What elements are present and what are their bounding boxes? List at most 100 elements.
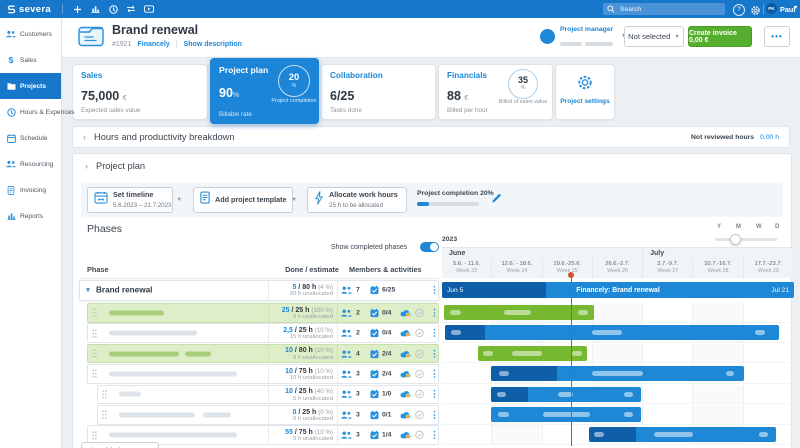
tab-project-plan[interactable]: Project plan 90% Billable rate 20% Proje… — [210, 58, 319, 124]
chart-icon[interactable] — [86, 0, 104, 18]
gantt-week-header: 5.6. - 11.6. Week 23 12.6. - 18.6. Week 24 1… — [442, 258, 794, 278]
allocation-lock-icon[interactable] — [400, 390, 411, 398]
allocation-lock-icon[interactable] — [400, 309, 411, 317]
complete-check-icon[interactable] — [415, 328, 424, 338]
activities-icon — [370, 285, 379, 295]
video-icon[interactable] — [140, 0, 158, 18]
customer-link[interactable]: Financely — [137, 41, 169, 48]
drag-handle-icon[interactable] — [88, 365, 101, 383]
phase-row[interactable]: 10 / 80 h (10 %) 0 h unallocated 4 2/4 ⋮ — [87, 343, 439, 364]
settings-gear-icon[interactable] — [750, 3, 761, 21]
transfer-icon[interactable] — [122, 0, 140, 18]
show-description-link[interactable]: Show description — [184, 41, 242, 48]
row-menu-icon[interactable]: ⋮ — [430, 328, 439, 339]
sidebar-item-schedule[interactable]: Schedule — [0, 125, 61, 151]
drag-handle-icon[interactable] — [98, 406, 111, 424]
phase-row[interactable]: 25 / 25 h (100 %) 0 h unallocated 2 0/4 … — [87, 303, 439, 323]
allocation-lock-icon[interactable] — [400, 370, 411, 378]
project-manager-selector[interactable]: Project manager ▼ — [540, 26, 626, 51]
sidebar: Customers $ Sales Projects Hours & Expen… — [0, 18, 75, 448]
gantt-bar[interactable] — [588, 427, 776, 443]
hours-breakdown-section[interactable]: › Hours and productivity breakdown Not r… — [72, 126, 790, 148]
zoom-slider-track[interactable] — [715, 238, 777, 241]
not-reviewed-value[interactable]: 0,00 h — [760, 134, 779, 141]
phase-row-root[interactable]: ▼ Brand renewal 5 / 80 h (4 %) 20 h unal… — [79, 280, 439, 301]
completion-circle: 20% — [278, 65, 310, 97]
add-icon[interactable] — [68, 0, 86, 18]
drag-handle-icon[interactable] — [88, 304, 101, 322]
tab-collaboration[interactable]: Collaboration 6/25 Tasks done — [321, 64, 436, 120]
help-icon[interactable]: ? — [733, 3, 745, 16]
complete-check-icon[interactable] — [415, 430, 424, 440]
members-icon — [341, 350, 352, 358]
add-phase-button[interactable]: +Add phase — [81, 442, 159, 448]
complete-check-icon[interactable] — [415, 349, 424, 358]
complete-check-icon[interactable] — [415, 369, 424, 379]
allocation-lock-icon[interactable] — [400, 350, 411, 358]
search-box[interactable] — [603, 3, 725, 15]
user-avatar[interactable]: PK — [766, 3, 777, 14]
row-menu-icon[interactable]: ⋮ — [430, 285, 439, 296]
sidebar-item-projects[interactable]: Projects — [0, 73, 61, 99]
phase-row[interactable]: 0 / 25 h (0 %) 0 h unallocated 3 0/1 ⋮ — [97, 405, 439, 425]
allocation-lock-icon[interactable] — [400, 329, 411, 337]
sidebar-item-reports[interactable]: Reports — [0, 203, 61, 229]
gantt-area: Jun 5 Financely: Brand renewal Jul 21 — [442, 272, 794, 446]
sidebar-item-customers[interactable]: Customers — [0, 21, 61, 47]
severa-logo[interactable]: severa — [7, 0, 51, 18]
zoom-month[interactable]: M — [736, 224, 741, 230]
sidebar-item-hours-expences[interactable]: Hours & Expences — [0, 99, 75, 125]
zoom-day[interactable]: D — [775, 224, 779, 230]
members-activities-cell: 3 0/1 ⋮ — [338, 406, 439, 424]
gantt-project-bar[interactable]: Jun 5 Financely: Brand renewal Jul 21 — [442, 282, 794, 298]
complete-check-icon[interactable] — [415, 308, 424, 317]
row-menu-icon[interactable]: ⋮ — [430, 348, 439, 359]
row-menu-icon[interactable]: ⋮ — [430, 409, 439, 420]
gantt-bar[interactable] — [444, 325, 779, 341]
row-menu-icon[interactable]: ⋮ — [430, 368, 439, 379]
complete-check-icon[interactable] — [415, 410, 424, 419]
gantt-bar[interactable] — [490, 386, 641, 402]
done-estimate-cell: 10 / 80 h (10 %) 0 h unallocated — [268, 344, 338, 363]
sidebar-item-invoicing[interactable]: Invoicing — [0, 177, 61, 203]
drag-handle-icon[interactable] — [88, 324, 101, 342]
zoom-year[interactable]: Y — [717, 224, 721, 230]
chevron-down-icon[interactable]: ▼ — [793, 5, 798, 11]
sidebar-item-resourcing[interactable]: Resourcing — [0, 151, 61, 177]
project-completion-label: Project completion 20% — [417, 190, 494, 197]
row-menu-icon[interactable]: ⋮ — [430, 389, 439, 400]
phase-row[interactable]: 10 / 75 h (10 %) 10 h unallocated 3 2/4 … — [87, 364, 439, 384]
drag-handle-icon[interactable] — [88, 345, 101, 363]
zoom-week[interactable]: W — [756, 224, 762, 230]
create-invoice-button[interactable]: Create invoice 0,00 € — [688, 26, 752, 47]
status-dropdown[interactable]: Not selected ▼ — [624, 26, 684, 47]
more-actions-button[interactable]: ••• — [764, 26, 790, 47]
phase-row[interactable]: 10 / 25 h (40 %) 5 h unallocated 3 1/0 ⋮ — [97, 384, 439, 405]
show-completed-toggle[interactable] — [420, 242, 439, 252]
search-input[interactable] — [617, 4, 721, 14]
gantt-year: 2023 — [442, 236, 458, 243]
phase-row[interactable]: 2,5 / 25 h (10 %) 15 h unallocated 2 0/4… — [87, 323, 439, 343]
gantt-week-cell: 12.6. - 18.6. Week 24 — [492, 258, 543, 278]
allocation-lock-icon[interactable] — [400, 411, 411, 419]
zoom-slider-knob[interactable] — [730, 234, 741, 245]
collapse-caret-icon[interactable]: ▼ — [80, 281, 96, 300]
phase-name-redacted — [101, 304, 268, 322]
allocate-work-hours-button[interactable]: Allocate work hours 25 h to be allocated — [307, 187, 407, 213]
tab-sales[interactable]: Sales 75,000 € Expected sales value — [72, 64, 208, 120]
add-project-template-button[interactable]: Add project template ▼ — [193, 187, 297, 213]
sidebar-item-sales[interactable]: $ Sales — [0, 47, 61, 73]
set-timeline-button[interactable]: Set timeline 5.6.2023 – 21.7.2023 ▼ — [87, 187, 182, 213]
drag-handle-icon[interactable] — [98, 386, 111, 404]
allocation-lock-icon[interactable] — [400, 431, 411, 439]
complete-check-icon[interactable] — [415, 390, 424, 399]
project-plan-section[interactable]: › Project plan — [85, 161, 145, 171]
row-menu-icon[interactable]: ⋮ — [430, 430, 439, 441]
row-menu-icon[interactable]: ⋮ — [430, 307, 439, 318]
gantt-bar[interactable] — [490, 366, 744, 382]
gantt-bar[interactable] — [490, 407, 641, 422]
edit-pencil-icon[interactable] — [491, 191, 502, 209]
tab-financials[interactable]: Financials 88 € Billed per hour 35% Bill… — [438, 64, 553, 120]
tab-project-settings[interactable]: Project settings — [555, 64, 615, 120]
history-icon[interactable] — [104, 0, 122, 18]
